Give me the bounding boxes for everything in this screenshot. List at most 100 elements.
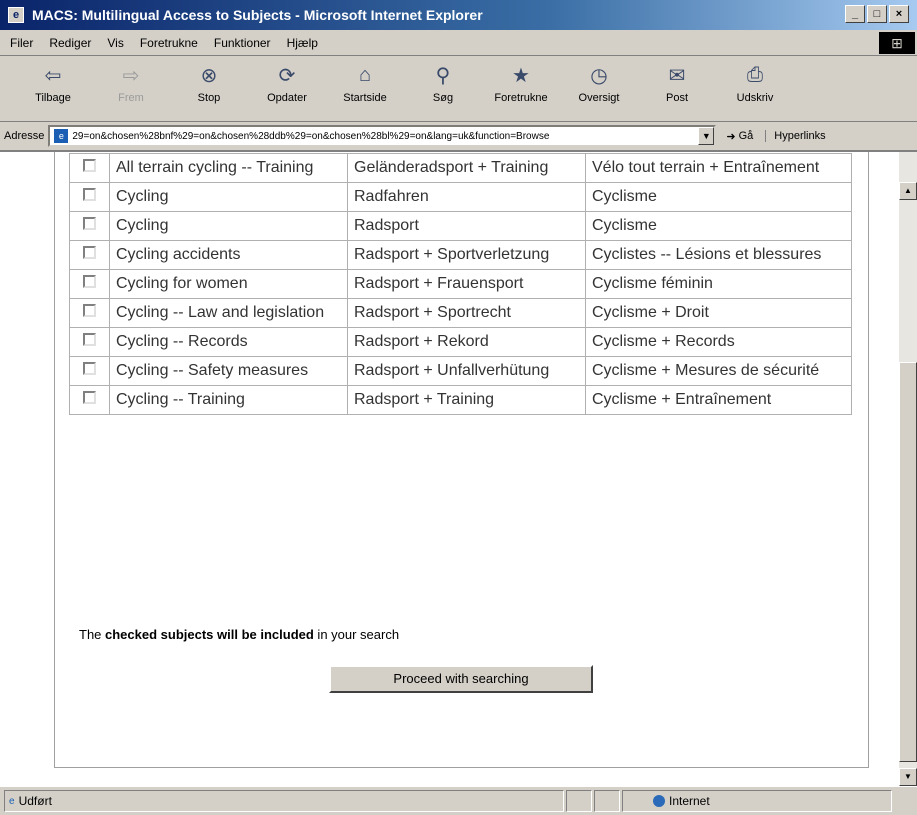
- notice-prefix: The: [79, 627, 106, 642]
- address-bar: Adresse e 29=on&chosen%28bnf%29=on&chose…: [0, 122, 917, 152]
- vertical-scrollbar[interactable]: ▲ ▼: [899, 152, 917, 786]
- stop-button[interactable]: ⊗ Stop: [170, 62, 248, 105]
- status-bar: e Udført Internet: [0, 786, 917, 815]
- address-url[interactable]: 29=on&chosen%28bnf%29=on&chosen%28ddb%29…: [72, 131, 698, 142]
- menu-help[interactable]: Hjælp: [287, 36, 318, 50]
- scroll-thumb[interactable]: [899, 362, 917, 762]
- page-done-icon: e: [9, 795, 15, 807]
- favorites-button-label: Foretrukne: [494, 92, 548, 104]
- search-button[interactable]: ⚲ Søg: [404, 62, 482, 105]
- address-label: Adresse: [4, 130, 45, 142]
- german-subject: Geländeradsport + Training: [347, 153, 586, 183]
- table-row: Cycling for women Radsport + Frauensport C…: [69, 269, 852, 299]
- subject-checkbox[interactable]: [83, 275, 96, 288]
- stop-button-label: Stop: [197, 92, 221, 104]
- german-subject: Radsport + Training: [347, 385, 586, 415]
- favorites-icon: ★: [512, 64, 530, 87]
- stop-icon: ⊗: [200, 64, 218, 87]
- menu-edit[interactable]: Rediger: [49, 36, 91, 50]
- status-main: e Udført: [4, 790, 564, 812]
- french-subject: Cyclisme féminin: [585, 269, 852, 299]
- search-button-label: Søg: [432, 92, 454, 104]
- english-subject: Cycling for women: [109, 269, 348, 299]
- subject-checkbox[interactable]: [83, 217, 96, 230]
- windows-logo-icon: ⊞: [879, 32, 915, 54]
- checkbox-cell: [69, 211, 110, 241]
- checkbox-cell: [69, 153, 110, 183]
- german-subject: Radsport + Sportverletzung: [347, 240, 586, 270]
- table-row: Cycling -- Training Radsport + Training Cy…: [69, 385, 852, 415]
- menu-view[interactable]: Vis: [107, 36, 123, 50]
- english-subject: All terrain cycling -- Training: [109, 153, 348, 183]
- go-button[interactable]: ➜ Gå: [726, 130, 753, 143]
- german-subject: Radsport + Rekord: [347, 327, 586, 357]
- mail-button-label: Post: [665, 92, 688, 104]
- address-input[interactable]: e 29=on&chosen%28bnf%29=on&chosen%28ddb%…: [48, 125, 717, 147]
- address-dropdown-icon[interactable]: ▼: [698, 127, 715, 145]
- menu-tools[interactable]: Funktioner: [214, 36, 271, 50]
- home-button[interactable]: ⌂ Startside: [326, 62, 404, 105]
- menu-bar: Filer Rediger Vis Foretrukne Funktioner …: [0, 30, 917, 56]
- german-subject: Radsport + Frauensport: [347, 269, 586, 299]
- subject-checkbox[interactable]: [83, 333, 96, 346]
- scroll-down-icon[interactable]: ▼: [899, 768, 917, 786]
- german-subject: Radsport + Sportrecht: [347, 298, 586, 328]
- checkbox-cell: [69, 269, 110, 299]
- back-button[interactable]: ⇦ Tilbage: [14, 62, 92, 105]
- english-subject: Cycling -- Law and legislation: [109, 298, 348, 328]
- zone-label: Internet: [669, 794, 710, 808]
- refresh-button-label: Opdater: [267, 92, 307, 104]
- subject-checkbox[interactable]: [83, 362, 96, 375]
- minimize-button[interactable]: _: [845, 5, 865, 23]
- forward-button[interactable]: ⇨ Frem: [92, 62, 170, 105]
- globe-icon: [653, 795, 665, 807]
- maximize-button[interactable]: □: [867, 5, 887, 23]
- menu-file[interactable]: Filer: [10, 36, 33, 50]
- history-button[interactable]: ◷ Oversigt: [560, 62, 638, 105]
- favorites-button[interactable]: ★ Foretrukne: [482, 62, 560, 105]
- results-panel: All terrain cycling -- Training Geländera…: [54, 152, 869, 768]
- scroll-up-icon[interactable]: ▲: [899, 182, 917, 200]
- back-arrow-icon: ⇦: [44, 64, 62, 87]
- subject-checkbox[interactable]: [83, 391, 96, 404]
- english-subject: Cycling -- Safety measures: [109, 356, 348, 386]
- go-arrow-icon: ➜: [726, 130, 736, 143]
- french-subject: Cyclisme + Records: [585, 327, 852, 357]
- english-subject: Cycling -- Records: [109, 327, 348, 357]
- subject-checkbox[interactable]: [83, 188, 96, 201]
- french-subject: Vélo tout terrain + Entraînement: [585, 153, 852, 183]
- go-label: Gå: [738, 130, 754, 142]
- forward-arrow-icon: ⇨: [122, 64, 140, 87]
- forward-button-label: Frem: [118, 92, 144, 104]
- status-segment: [566, 790, 592, 812]
- french-subject: Cyclisme: [585, 182, 852, 212]
- close-button[interactable]: ×: [889, 5, 909, 23]
- history-button-label: Oversigt: [578, 92, 620, 104]
- subjects-table: All terrain cycling -- Training Geländera…: [69, 153, 852, 415]
- menu-favorites[interactable]: Foretrukne: [140, 36, 198, 50]
- english-subject: Cycling: [109, 211, 348, 241]
- print-button-label: Udskriv: [736, 92, 774, 104]
- security-zone: Internet: [622, 790, 892, 812]
- mail-button[interactable]: ✉ Post: [638, 62, 716, 105]
- back-button-label: Tilbage: [35, 92, 71, 104]
- french-subject: Cyclisme + Droit: [585, 298, 852, 328]
- mail-icon: ✉: [668, 64, 686, 87]
- french-subject: Cyclisme: [585, 211, 852, 241]
- links-button[interactable]: Hyperlinks: [765, 130, 826, 142]
- english-subject: Cycling -- Training: [109, 385, 348, 415]
- subject-checkbox[interactable]: [83, 304, 96, 317]
- checkbox-cell: [69, 356, 110, 386]
- window-title-bar: e MACS: Multilingual Access to Subjects …: [0, 0, 917, 30]
- home-button-label: Startside: [343, 92, 387, 104]
- page-content: All terrain cycling -- Training Geländera…: [4, 152, 899, 786]
- subject-checkbox[interactable]: [83, 246, 96, 259]
- ie-icon: e: [8, 7, 24, 23]
- subject-checkbox[interactable]: [83, 159, 96, 172]
- refresh-button[interactable]: ⟳ Opdater: [248, 62, 326, 105]
- home-icon: ⌂: [358, 63, 372, 86]
- print-button[interactable]: ⎙ Udskriv: [716, 62, 794, 105]
- english-subject: Cycling accidents: [109, 240, 348, 270]
- status-segment: [594, 790, 620, 812]
- proceed-button[interactable]: Proceed with searching: [329, 665, 593, 693]
